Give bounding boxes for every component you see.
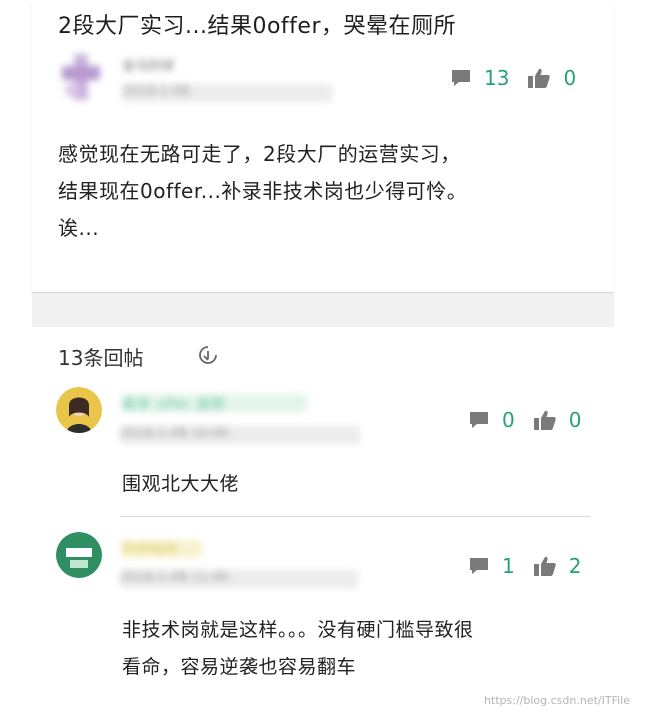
thumbs-up-icon[interactable] [533, 555, 557, 577]
reply-comment-count: 1 [502, 554, 515, 578]
reply-stats: 0 0 [468, 408, 599, 432]
reply-author-avatar[interactable] [56, 532, 102, 578]
reply-content: 非技术岗就是这样。。。没有硬门槛导致很 看命，容易逆袭也容易翻车 [122, 612, 474, 686]
thumbs-up-icon[interactable] [527, 67, 551, 89]
comment-icon[interactable] [468, 555, 490, 577]
reply-date: 2018-1-08 11:00 [120, 570, 358, 588]
reply-content-line: 围观北大大佬 [122, 473, 240, 495]
post-date: 2018-1-08 [122, 84, 332, 102]
post-body-line: 诶... [58, 216, 100, 240]
reply-date: 2018-1-08 10:00 [120, 426, 360, 444]
watermark: https://blog.csdn.net/ITFile [483, 694, 630, 707]
post-comment-count: 13 [484, 66, 510, 90]
reply-stats: 1 2 [468, 554, 599, 578]
reply-content-line: 看命，容易逆袭也容易翻车 [122, 656, 357, 678]
post-body: 感觉现在无路可走了，2段大厂的运营实习， 结果现在0offer...补录非技术岗… [58, 136, 598, 247]
comment-icon[interactable] [450, 67, 472, 89]
post-like-count: 0 [563, 66, 577, 90]
reply-author-avatar[interactable] [56, 387, 102, 433]
reply-like-count: 2 [568, 554, 582, 578]
section-divider [32, 293, 614, 327]
thumbs-up-icon[interactable] [533, 409, 557, 431]
post-title[interactable]: 2段大厂实习...结果0offer，哭晕在厕所 [58, 8, 456, 40]
reply-like-count: 0 [568, 408, 582, 432]
post-card: 2段大厂实习...结果0offer，哭晕在厕所 金马的球 2018-1-08 1… [32, 0, 614, 293]
post-body-line: 结果现在0offer...补录非技术岗也少得可怜。 [58, 179, 468, 203]
sort-replies-icon[interactable] [198, 345, 218, 365]
post-author-avatar[interactable] [62, 54, 100, 100]
replies-count-header: 13条回帖 [58, 346, 144, 370]
reply-content: 围观北大大佬 [122, 466, 239, 503]
reply-comment-count: 0 [502, 408, 515, 432]
comment-icon[interactable] [468, 409, 490, 431]
reply-content-line: 非技术岗就是这样。。。没有硬门槛导致很 [122, 619, 474, 641]
post-author-name[interactable]: 金马的球 [122, 55, 262, 71]
reply-author-name[interactable]: liuxiaya [122, 540, 202, 558]
reply-divider [120, 516, 590, 517]
post-body-line: 感觉现在无路可走了，2段大厂的运营实习， [58, 142, 461, 166]
reply-author-name[interactable]: 路求_offer_直营 [122, 394, 307, 412]
post-stats: 13 0 [450, 66, 594, 90]
